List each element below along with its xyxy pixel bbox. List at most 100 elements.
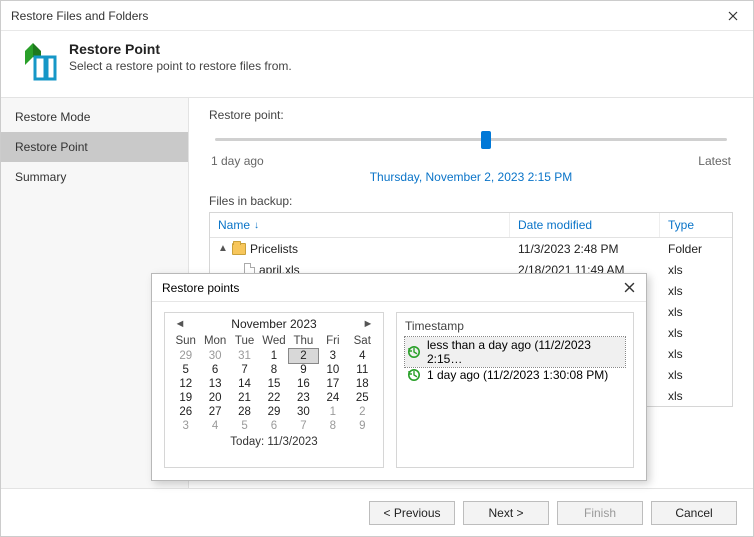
calendar-day[interactable]: 30	[289, 405, 318, 419]
calendar-day[interactable]: 13	[200, 377, 229, 391]
calendar-day: 30	[200, 349, 229, 363]
file-type: xls	[660, 284, 732, 298]
restore-point-icon	[407, 345, 421, 359]
page-subtitle: Select a restore point to restore files …	[69, 59, 292, 73]
column-header-type[interactable]: Type	[660, 213, 732, 237]
calendar: ◄ November 2023 ► SunMonTueWedThuFriSat2…	[164, 312, 384, 468]
timestamp-header: Timestamp	[405, 319, 625, 333]
calendar-day[interactable]: 6	[200, 363, 229, 377]
calendar-day: 1	[318, 405, 347, 419]
calendar-day[interactable]: 5	[171, 363, 200, 377]
calendar-day[interactable]: 19	[171, 391, 200, 405]
calendar-day[interactable]: 24	[318, 391, 347, 405]
calendar-day[interactable]: 11	[348, 363, 377, 377]
calendar-day[interactable]: 1	[259, 349, 288, 363]
calendar-day: 4	[200, 419, 229, 433]
calendar-today-label[interactable]: Today: 11/3/2023	[171, 433, 377, 448]
calendar-month-label[interactable]: November 2023	[231, 317, 316, 331]
calendar-day[interactable]: 7	[230, 363, 259, 377]
next-button[interactable]: Next >	[463, 501, 549, 525]
calendar-day[interactable]: 22	[259, 391, 288, 405]
calendar-day[interactable]: 10	[318, 363, 347, 377]
calendar-day: 2	[348, 405, 377, 419]
restore-point-slider[interactable]	[215, 128, 727, 152]
calendar-day: 3	[171, 419, 200, 433]
file-type: Folder	[660, 242, 732, 256]
previous-button[interactable]: < Previous	[369, 501, 455, 525]
calendar-day[interactable]: 15	[259, 377, 288, 391]
calendar-day[interactable]: 17	[318, 377, 347, 391]
calendar-grid: SunMonTueWedThuFriSat2930311234567891011…	[171, 333, 377, 433]
calendar-day[interactable]: 29	[259, 405, 288, 419]
file-type: xls	[660, 368, 732, 382]
popup-title: Restore points	[162, 281, 618, 295]
calendar-day[interactable]: 27	[200, 405, 229, 419]
calendar-day[interactable]: 2	[289, 349, 318, 363]
sidebar-item-restore-point[interactable]: Restore Point	[1, 132, 188, 162]
cancel-button[interactable]: Cancel	[651, 501, 737, 525]
file-type: xls	[660, 347, 732, 361]
calendar-day[interactable]: 9	[289, 363, 318, 377]
titlebar: Restore Files and Folders	[1, 1, 753, 31]
calendar-day: 9	[348, 419, 377, 433]
calendar-day[interactable]: 23	[289, 391, 318, 405]
slider-max-label: Latest	[698, 154, 731, 168]
file-type: xls	[660, 263, 732, 277]
calendar-day: 8	[318, 419, 347, 433]
calendar-day[interactable]: 4	[348, 349, 377, 363]
close-icon	[728, 11, 738, 21]
calendar-dow: Sat	[348, 333, 377, 349]
calendar-day[interactable]: 3	[318, 349, 347, 363]
calendar-day[interactable]: 18	[348, 377, 377, 391]
timestamp-item[interactable]: 1 day ago (11/2/2023 1:30:08 PM)	[405, 367, 625, 383]
file-type: xls	[660, 326, 732, 340]
calendar-day[interactable]: 12	[171, 377, 200, 391]
page-title: Restore Point	[69, 41, 292, 57]
popup-close-button[interactable]	[618, 280, 640, 296]
wizard-header: Restore Point Select a restore point to …	[1, 31, 753, 97]
table-row[interactable]: ▲Pricelists11/3/2023 2:48 PMFolder	[210, 238, 732, 259]
timestamp-item[interactable]: less than a day ago (11/2/2023 2:15…	[405, 337, 625, 367]
column-header-date[interactable]: Date modified	[510, 213, 660, 237]
sidebar-item-restore-mode[interactable]: Restore Mode	[1, 102, 188, 132]
timestamp-label: less than a day ago (11/2/2023 2:15…	[427, 338, 623, 366]
calendar-dow: Thu	[289, 333, 318, 349]
calendar-dow: Mon	[200, 333, 229, 349]
tree-toggle-icon[interactable]: ▲	[218, 243, 228, 254]
close-button[interactable]	[713, 1, 753, 31]
finish-button: Finish	[557, 501, 643, 525]
calendar-day[interactable]: 26	[171, 405, 200, 419]
column-header-name[interactable]: Name ↓	[210, 213, 510, 237]
calendar-prev-button[interactable]: ◄	[173, 318, 187, 330]
calendar-dow: Wed	[259, 333, 288, 349]
wizard-window: Restore Files and Folders Restore Point …	[0, 0, 754, 537]
calendar-day[interactable]: 21	[230, 391, 259, 405]
calendar-dow: Tue	[230, 333, 259, 349]
window-title: Restore Files and Folders	[11, 9, 713, 23]
calendar-day[interactable]: 25	[348, 391, 377, 405]
timestamp-label: 1 day ago (11/2/2023 1:30:08 PM)	[427, 368, 608, 382]
sort-asc-icon: ↓	[254, 220, 259, 231]
selected-restore-point-date[interactable]: Thursday, November 2, 2023 2:15 PM	[209, 170, 733, 184]
popup-titlebar: Restore points	[152, 274, 646, 302]
file-date: 11/3/2023 2:48 PM	[510, 242, 660, 256]
folder-icon	[232, 243, 246, 255]
calendar-next-button[interactable]: ►	[361, 318, 375, 330]
sidebar-item-summary[interactable]: Summary	[1, 162, 188, 192]
grid-header: Name ↓ Date modified Type	[210, 213, 732, 238]
calendar-day[interactable]: 28	[230, 405, 259, 419]
wizard-footer: < Previous Next > Finish Cancel	[1, 488, 753, 536]
calendar-dow: Sun	[171, 333, 200, 349]
timestamp-list: Timestamp less than a day ago (11/2/2023…	[396, 312, 634, 468]
calendar-day[interactable]: 14	[230, 377, 259, 391]
slider-thumb[interactable]	[481, 131, 491, 149]
file-type: xls	[660, 305, 732, 319]
restore-point-label: Restore point:	[209, 108, 733, 122]
calendar-day[interactable]: 8	[259, 363, 288, 377]
files-in-backup-label: Files in backup:	[209, 194, 733, 208]
restore-wizard-icon	[15, 41, 57, 83]
calendar-day[interactable]: 16	[289, 377, 318, 391]
calendar-day[interactable]: 20	[200, 391, 229, 405]
close-icon	[624, 282, 635, 293]
calendar-day: 29	[171, 349, 200, 363]
